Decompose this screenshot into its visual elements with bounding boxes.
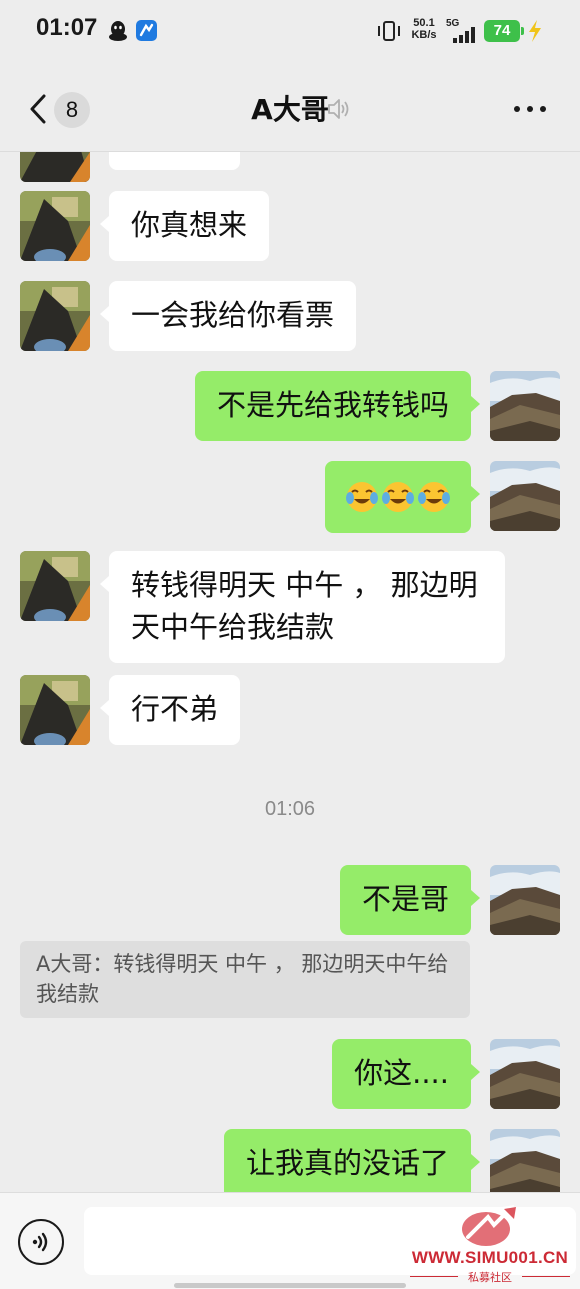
chat-header: 8 A大哥	[0, 62, 580, 152]
battery-icon: 74	[484, 20, 520, 42]
contact-avatar[interactable]	[20, 551, 90, 621]
message-timestamp: 01:06	[264, 798, 316, 820]
received-message-bubble[interactable]: 转钱得明天 中午 ， 那边明天中午给我结款	[100, 551, 505, 663]
contact-avatar[interactable]	[20, 675, 90, 745]
vibrate-icon	[378, 21, 400, 41]
quoted-message[interactable]: A大哥：转钱得明天 中午 ， 那边明天中午给我结款	[20, 941, 470, 1018]
message-text: 行不弟	[131, 692, 219, 726]
my-avatar[interactable]	[490, 1039, 560, 1109]
charging-icon	[529, 20, 541, 42]
status-bar: 01:07 50.1 KB/s 5G 74	[0, 0, 580, 62]
signal-icon	[453, 27, 475, 43]
my-avatar[interactable]	[490, 371, 560, 441]
message-bubble-partial[interactable]	[109, 152, 240, 170]
quoted-message-text: A大哥：转钱得明天 中午 ， 那边明天中午给我结款	[36, 952, 449, 1006]
tears-of-joy-emoji-icon	[346, 482, 378, 512]
qq-icon	[109, 21, 127, 41]
message-text: 不是哥	[361, 882, 449, 916]
sent-message-bubble[interactable]: 让我真的没话了	[223, 1129, 481, 1192]
contact-avatar[interactable]	[20, 152, 90, 182]
sent-emoji-bubble[interactable]	[325, 461, 480, 533]
sent-message-bubble[interactable]: 不是哥	[339, 865, 481, 935]
back-button[interactable]: 8	[20, 82, 96, 134]
message-text: 你这....	[354, 1056, 449, 1090]
message-text: 让我真的没话了	[245, 1146, 449, 1180]
received-message-bubble[interactable]: 你真想来	[99, 191, 270, 261]
contact-avatar[interactable]	[20, 191, 90, 261]
watermark-site: WWW.SIMU001.CN	[411, 1248, 569, 1267]
home-indicator[interactable]	[174, 1283, 406, 1288]
my-avatar[interactable]	[490, 865, 560, 935]
more-dots-icon	[514, 106, 520, 112]
my-avatar[interactable]	[490, 461, 560, 531]
back-chevron-icon	[30, 94, 46, 124]
received-message-bubble[interactable]: 行不弟	[99, 675, 241, 745]
voice-input-icon	[32, 1232, 48, 1252]
message-text: 一会我给你看票	[131, 298, 335, 332]
voice-status-icon	[328, 99, 349, 119]
battery-tip	[521, 27, 524, 35]
more-options-button[interactable]	[510, 92, 550, 126]
chat-title[interactable]: A大哥	[251, 88, 329, 128]
received-message-bubble[interactable]: 一会我给你看票	[99, 281, 357, 351]
status-time: 01:07	[36, 14, 98, 41]
emoji-row	[345, 476, 451, 518]
sent-message-bubble[interactable]: 不是先给我转钱吗	[194, 371, 481, 441]
contact-avatar[interactable]	[20, 281, 90, 351]
message-text: 转钱得明天 中午 ， 那边明天中午给我结款	[131, 568, 478, 644]
sent-message-bubble[interactable]: 你这....	[332, 1039, 480, 1109]
app-icon	[136, 20, 157, 41]
network-speed: 50.1 KB/s	[411, 17, 437, 41]
tears-of-joy-emoji-icon	[382, 482, 414, 512]
voice-input-button[interactable]	[18, 1219, 64, 1265]
watermark-name: 私募社区	[410, 1269, 570, 1285]
message-text: 你真想来	[131, 208, 248, 242]
my-avatar[interactable]	[490, 1129, 560, 1192]
chat-message-list[interactable]: 你真想来 一会我给你看票 不是先给我转钱吗 转钱得明天 中午 ， 那边明天中午给…	[0, 152, 580, 1192]
watermark-logo	[462, 1205, 516, 1246]
tears-of-joy-emoji-icon	[418, 482, 450, 512]
message-text: 不是先给我转钱吗	[216, 388, 449, 422]
unread-count-badge: 8	[54, 92, 90, 128]
